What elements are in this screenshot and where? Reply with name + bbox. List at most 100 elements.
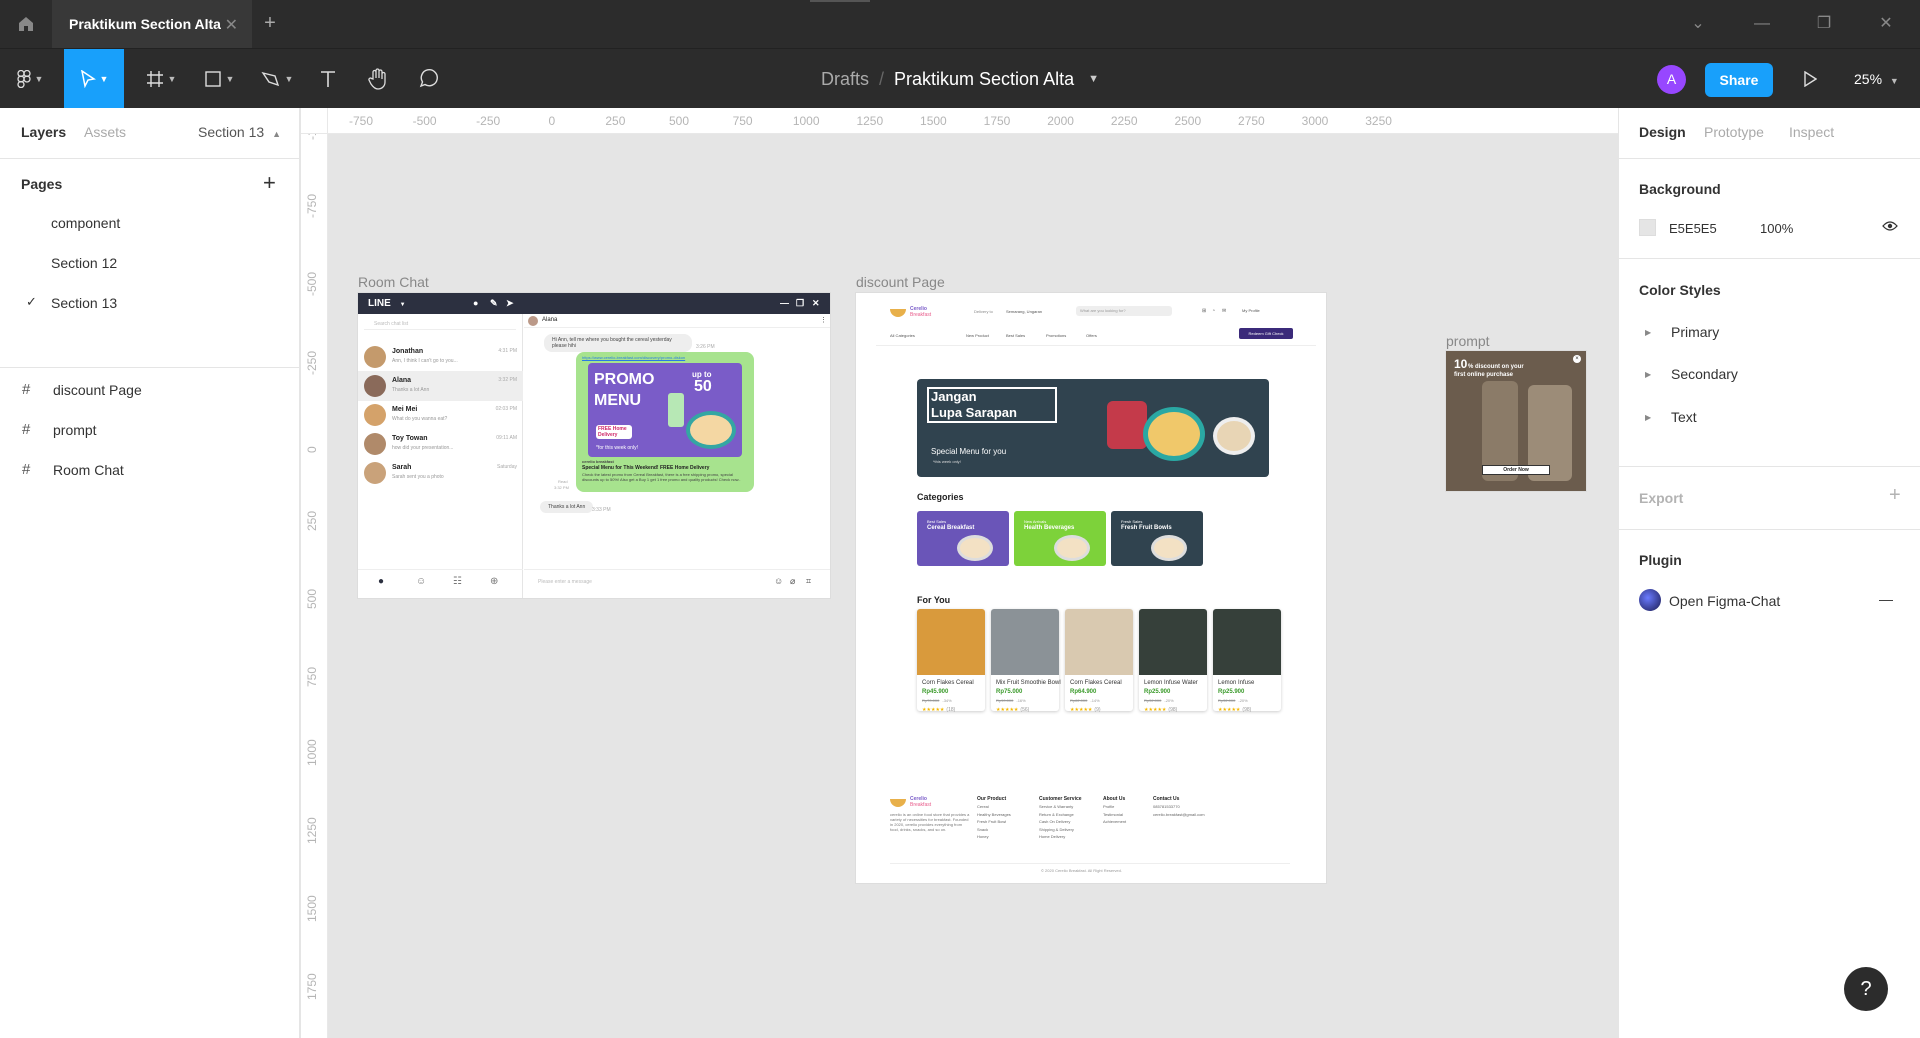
footer-link[interactable]: Return & Exchange — [1039, 812, 1074, 817]
footer-link[interactable]: Testimonial — [1103, 812, 1123, 817]
product-card[interactable]: Lemon Infuse Rp25.900 Rp32.000 -20% ★★★★★ (98… — [1213, 609, 1281, 713]
frame-label-prompt[interactable]: prompt — [1446, 333, 1490, 349]
message-input[interactable]: Please enter a message — [538, 579, 592, 585]
contact-row[interactable]: Mei Mei What do you wanna eat? 02:03 PM — [358, 400, 523, 430]
close-window-icon[interactable]: ✕ — [1876, 14, 1896, 34]
tab-inspect[interactable]: Inspect — [1789, 124, 1834, 140]
footer-link[interactable]: Profile — [1103, 804, 1114, 809]
canvas[interactable]: Room Chat LINE ▼ ● ✎ ➤ — ❐ ✕ Search chat… — [301, 108, 1618, 1038]
help-button[interactable]: ? — [1844, 967, 1888, 1011]
footer-link[interactable]: Snack — [977, 827, 988, 832]
tab-layers[interactable]: Layers — [21, 124, 66, 140]
eye-icon[interactable] — [1882, 220, 1898, 235]
add-page-button[interactable]: + — [263, 170, 276, 196]
tab-prototype[interactable]: Prototype — [1704, 124, 1764, 140]
nav-item[interactable]: Offers — [1086, 333, 1097, 338]
add-friend-icon[interactable]: ⊕ — [490, 576, 498, 587]
friends-nav-icon[interactable]: ☺ — [416, 576, 426, 587]
groups-nav-icon[interactable]: ☷ — [453, 576, 462, 587]
prompt-frame[interactable]: 10 % discount on your first online purch… — [1446, 351, 1586, 491]
contact-row[interactable]: Jonathan Ann, I think I can't go to you..… — [358, 342, 523, 372]
file-tab[interactable]: Praktikum Section Alta ✕ — [52, 0, 252, 48]
move-tool[interactable]: ▼ — [64, 49, 124, 109]
nav-item[interactable]: New Product — [966, 333, 989, 338]
plugin-open-figma-chat[interactable]: Open Figma-Chat — [1669, 593, 1780, 609]
footer-link[interactable]: Honey — [977, 834, 989, 839]
product-search-input[interactable]: What are you looking for? — [1076, 306, 1172, 316]
file-name[interactable]: Praktikum Section Alta — [894, 69, 1074, 90]
pen-tool[interactable]: ▼ — [252, 49, 302, 109]
product-card[interactable]: Mix Fruit Smoothie Bowl Rp75.000 Rp90.000-… — [991, 609, 1061, 713]
contact-row[interactable]: Toy Towan how did your presentation... 09:… — [358, 429, 523, 459]
mail-icon[interactable]: ✉ — [1222, 308, 1226, 314]
footer-link[interactable]: Cash On Delivery — [1039, 819, 1070, 824]
current-page-selector[interactable]: Section 13 ▲ — [198, 124, 281, 140]
promo-link[interactable]: https://www.cerelio-breakfast.com/discov… — [582, 355, 685, 360]
background-swatch[interactable] — [1639, 219, 1656, 236]
comment-tool[interactable] — [412, 49, 444, 109]
chevron-down-icon[interactable]: ⌄ — [1688, 14, 1708, 34]
frame-tool[interactable]: ▼ — [136, 49, 186, 109]
chat-search-input[interactable]: Search chat list — [364, 318, 516, 330]
all-categories-menu[interactable]: All Categories — [890, 333, 915, 338]
footer-link[interactable]: Fresh Fruit Bowl — [977, 819, 1006, 824]
nav-item[interactable]: Promotions — [1046, 333, 1066, 338]
main-menu-button[interactable]: ▼ — [0, 49, 60, 109]
redeem-gift-button[interactable]: Redeem Gift Check — [1239, 328, 1293, 339]
nav-item[interactable]: Best Sales — [1006, 333, 1025, 338]
hero-banner[interactable]: Jangan Lupa Sarapan Special Menu for you… — [917, 379, 1269, 477]
product-card[interactable]: Corn Flakes Cereal Rp45.900 Rp70.000 -34% ★★… — [917, 609, 985, 713]
page-item-section-12[interactable]: Section 12 — [51, 255, 117, 271]
color-style-primary[interactable]: Primary — [1671, 324, 1719, 340]
order-now-button[interactable]: Order Now — [1482, 465, 1550, 475]
new-tab-button[interactable]: + — [258, 12, 282, 36]
room-chat-frame[interactable]: LINE ▼ ● ✎ ➤ — ❐ ✕ Search chat list Jona… — [358, 293, 830, 598]
window-drag-handle[interactable] — [810, 0, 870, 2]
footer-link[interactable]: Service & Warranty — [1039, 804, 1073, 809]
shape-tool[interactable]: ▼ — [194, 49, 244, 109]
frame-label-discount-page[interactable]: discount Page — [856, 274, 945, 290]
color-style-text[interactable]: Text — [1671, 409, 1697, 425]
present-button[interactable] — [1794, 49, 1826, 109]
product-card[interactable]: Lemon Infuse Water Rp25.900 Rp32.000 -20% ★★… — [1139, 609, 1207, 713]
footer-link[interactable]: cerelio.breakfast@gmail.com — [1153, 812, 1205, 817]
footer-link[interactable]: Healthy Beverages — [977, 812, 1011, 817]
tab-assets[interactable]: Assets — [84, 124, 126, 140]
layer-discount-page[interactable]: # discount Page — [22, 381, 142, 398]
chats-nav-icon[interactable]: ● — [378, 576, 384, 587]
delivery-location[interactable]: Semarang, Ungaran — [1006, 309, 1042, 314]
crop-icon[interactable]: ⌗ — [806, 576, 811, 587]
footer-link[interactable]: Cereal — [977, 804, 989, 809]
breadcrumb-drafts[interactable]: Drafts — [821, 69, 869, 90]
more-icon[interactable]: ⋮ — [820, 316, 827, 324]
add-export-button[interactable]: + — [1889, 484, 1901, 507]
bell-icon[interactable]: ◔ — [1212, 308, 1215, 314]
discount-page-frame[interactable]: Cerelio Breakfast Delivery to Semarang, … — [856, 293, 1326, 883]
page-item-section-13[interactable]: Section 13 — [51, 295, 117, 311]
page-item-component[interactable]: component — [51, 215, 120, 231]
emoji-icon[interactable]: ☺ — [774, 576, 783, 586]
layer-room-chat[interactable]: # Room Chat — [22, 461, 124, 478]
frame-label-room-chat[interactable]: Room Chat — [358, 274, 429, 290]
category-card[interactable]: Best Sales Cereal Breakfast — [917, 511, 1009, 566]
product-card[interactable]: Corn Flakes Cereal Rp64.900 Rp82.000 -14% ★★… — [1065, 609, 1133, 713]
prompt-close-icon[interactable]: × — [1573, 355, 1581, 363]
hand-tool[interactable] — [362, 49, 394, 109]
zoom-dropdown[interactable]: 25% ▼ — [1854, 49, 1899, 109]
chevron-down-icon[interactable]: ▼ — [1088, 73, 1099, 85]
layer-prompt[interactable]: # prompt — [22, 421, 97, 438]
text-tool[interactable] — [312, 49, 344, 109]
contact-row[interactable]: Alana Thanks a lot Ann 3:32 PM — [358, 371, 523, 401]
background-hex-input[interactable]: E5E5E5 — [1669, 221, 1717, 236]
attach-icon[interactable]: ⌀ — [790, 576, 795, 587]
background-opacity-input[interactable]: 100% — [1760, 221, 1793, 236]
remove-plugin-button[interactable]: — — [1879, 591, 1893, 607]
tab-design[interactable]: Design — [1639, 124, 1686, 140]
profile-menu[interactable]: My Profile — [1242, 308, 1260, 313]
category-card[interactable]: New Arrivals Health Beverages — [1014, 511, 1106, 566]
home-button[interactable] — [0, 0, 52, 48]
cart-icon[interactable]: ⊞ — [1202, 308, 1206, 314]
close-tab-icon[interactable]: ✕ — [225, 15, 238, 35]
restore-icon[interactable]: ❐ — [1814, 14, 1834, 34]
footer-link[interactable]: 085781533770 — [1153, 804, 1180, 809]
